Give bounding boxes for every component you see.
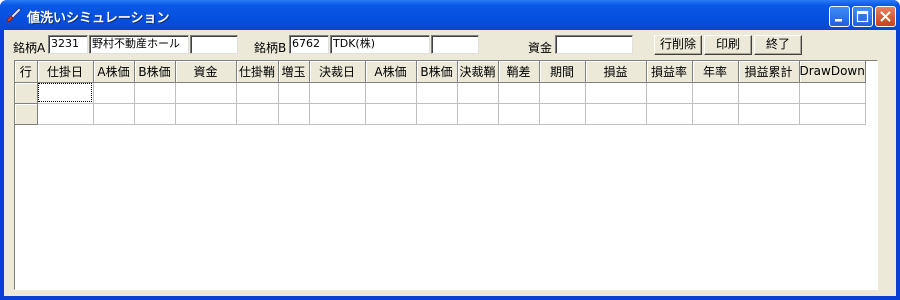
- grid-cell[interactable]: [498, 103, 540, 125]
- column-header[interactable]: B株価: [416, 61, 458, 83]
- grid-cell[interactable]: [416, 103, 458, 125]
- grid-cell[interactable]: [498, 82, 540, 104]
- grid-cell[interactable]: [278, 103, 310, 125]
- close-button[interactable]: [875, 6, 896, 27]
- grid-cell[interactable]: [175, 82, 237, 104]
- stock-b-label: 銘柄B: [254, 41, 287, 55]
- grid-cell[interactable]: [738, 82, 800, 104]
- grid-cell[interactable]: [646, 82, 693, 104]
- grid-cell[interactable]: [365, 103, 417, 125]
- grid-cell[interactable]: [134, 103, 176, 125]
- grid-cell[interactable]: [539, 103, 586, 125]
- grid-cell[interactable]: [309, 103, 366, 125]
- grid-cell[interactable]: [457, 82, 499, 104]
- grid-cell[interactable]: [93, 103, 135, 125]
- row-header[interactable]: [15, 82, 38, 104]
- capital-label: 資金: [528, 41, 553, 55]
- grid-cell[interactable]: [236, 103, 279, 125]
- exit-button[interactable]: 終了: [754, 35, 802, 55]
- grid-header-row: 行仕掛日 A株価 B株価 資金 仕掛鞘 増玉 決裁日 A株価 B株価 決裁鞘 鞘差 期間 損益 損益率 年率…: [15, 61, 866, 83]
- grid-cell[interactable]: [692, 82, 739, 104]
- grid-cell[interactable]: [799, 82, 866, 104]
- table-row: [15, 82, 866, 104]
- column-header[interactable]: 仕掛日: [37, 61, 94, 83]
- grid-cell[interactable]: [93, 82, 135, 104]
- column-header[interactable]: 損益率: [646, 61, 693, 83]
- column-header[interactable]: 行: [15, 61, 38, 83]
- grid-cell[interactable]: [365, 82, 417, 104]
- column-header[interactable]: B株価: [134, 61, 176, 83]
- grid-cell[interactable]: [738, 103, 800, 125]
- grid-cell[interactable]: [134, 82, 176, 104]
- stock-b-name-field[interactable]: TDK(株): [330, 35, 430, 54]
- simulation-grid[interactable]: 行仕掛日 A株価 B株価 資金 仕掛鞘 増玉 決裁日 A株価 B株価 決裁鞘 鞘差 期間 損益 損益率 年率…: [14, 60, 878, 290]
- column-header[interactable]: 損益: [585, 61, 647, 83]
- minimize-button[interactable]: [829, 6, 850, 27]
- column-header[interactable]: A株価: [93, 61, 135, 83]
- client-area: 銘柄A 3231 野村不動産ホール 銘柄B 6762 TDK(株) 資金 行削除…: [4, 30, 896, 296]
- column-header[interactable]: DrawDown: [799, 61, 866, 83]
- grid-cell[interactable]: [37, 103, 94, 125]
- column-header[interactable]: 期間: [539, 61, 586, 83]
- grid-cell[interactable]: [799, 103, 866, 125]
- title-bar[interactable]: 値洗いシミュレーション: [0, 0, 900, 30]
- grid-cell[interactable]: [585, 103, 647, 125]
- capital-field[interactable]: [555, 35, 633, 54]
- window-title: 値洗いシミュレーション: [27, 11, 170, 26]
- column-header[interactable]: 損益累計: [738, 61, 800, 83]
- column-header[interactable]: 決裁日: [309, 61, 366, 83]
- grid-cell[interactable]: [692, 103, 739, 125]
- column-header[interactable]: A株価: [365, 61, 417, 83]
- column-header[interactable]: 鞘差: [498, 61, 540, 83]
- brush-icon: [6, 7, 22, 23]
- column-header[interactable]: 仕掛鞘: [236, 61, 279, 83]
- grid-cell[interactable]: [236, 82, 279, 104]
- minimize-icon: [835, 19, 842, 22]
- column-header[interactable]: 資金: [175, 61, 237, 83]
- column-header[interactable]: 増玉: [278, 61, 310, 83]
- maximize-icon: [856, 10, 869, 23]
- maximize-button[interactable]: [852, 6, 873, 27]
- grid-cell[interactable]: [175, 103, 237, 125]
- grid-cell[interactable]: [646, 103, 693, 125]
- grid-cell[interactable]: [457, 103, 499, 125]
- column-header[interactable]: 年率: [692, 61, 739, 83]
- close-icon: [880, 11, 891, 22]
- grid-cell[interactable]: [37, 82, 94, 104]
- grid-table: 行仕掛日 A株価 B株価 資金 仕掛鞘 増玉 決裁日 A株価 B株価 決裁鞘 鞘差 期間 損益 損益率 年率…: [15, 61, 866, 125]
- grid-cell[interactable]: [539, 82, 586, 104]
- stock-a-label: 銘柄A: [13, 41, 46, 55]
- column-header[interactable]: 決裁鞘: [457, 61, 499, 83]
- grid-cell[interactable]: [309, 82, 366, 104]
- app-window: 値洗いシミュレーション 銘柄A 3231 野村不動産ホール 銘柄B 6762 T…: [0, 0, 900, 300]
- print-button[interactable]: 印刷: [704, 35, 752, 55]
- grid-cell[interactable]: [585, 82, 647, 104]
- stock-b-extra-field[interactable]: [431, 35, 479, 54]
- table-row: [15, 103, 866, 125]
- stock-a-name-field[interactable]: 野村不動産ホール: [89, 35, 189, 54]
- row-header[interactable]: [15, 103, 38, 125]
- grid-cell[interactable]: [416, 82, 458, 104]
- delete-row-button[interactable]: 行削除: [654, 35, 702, 55]
- stock-a-extra-field[interactable]: [190, 35, 238, 54]
- stock-b-code-field[interactable]: 6762: [289, 35, 329, 54]
- grid-cell[interactable]: [278, 82, 310, 104]
- stock-a-code-field[interactable]: 3231: [48, 35, 88, 54]
